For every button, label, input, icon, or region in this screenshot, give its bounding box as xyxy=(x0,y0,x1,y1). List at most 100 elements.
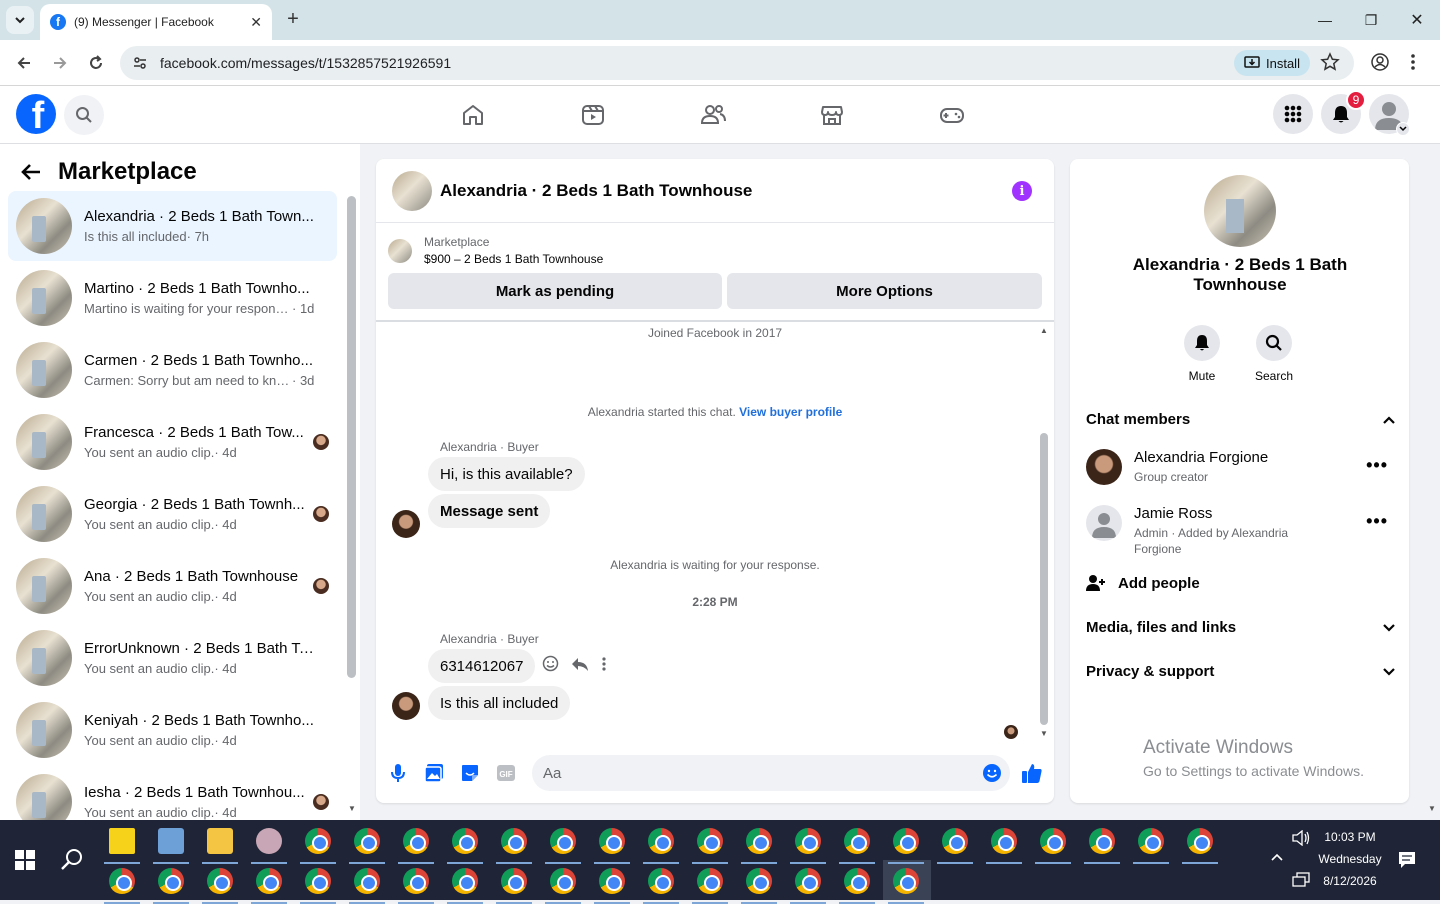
back-button[interactable] xyxy=(10,49,38,77)
sidebar-scrollbar[interactable] xyxy=(347,196,356,678)
voice-clip-icon[interactable] xyxy=(388,763,408,783)
conversation-item[interactable]: Keniyah · 2 Beds 1 Bath Townho... You sen… xyxy=(8,695,337,765)
mark-as-pending-button[interactable]: Mark as pending xyxy=(388,273,722,309)
chrome-icon[interactable] xyxy=(648,828,674,854)
menu-grid-button[interactable] xyxy=(1273,94,1313,134)
thumbs-up-icon[interactable] xyxy=(1020,761,1044,785)
chrome-icon[interactable] xyxy=(746,828,772,854)
chrome-icon[interactable] xyxy=(354,828,380,854)
message-bubble[interactable]: Is this all included xyxy=(428,686,571,720)
maximize-button[interactable]: ❐ xyxy=(1348,0,1394,40)
marketplace-nav-icon[interactable] xyxy=(817,100,847,130)
attach-photo-icon[interactable] xyxy=(424,763,444,783)
chrome-icon[interactable] xyxy=(501,868,527,894)
chrome-icon[interactable] xyxy=(942,828,968,854)
conversation-item[interactable]: Carmen · 2 Beds 1 Bath Townho... Carmen: … xyxy=(8,335,337,405)
chrome-icon[interactable] xyxy=(1138,828,1164,854)
conversation-item[interactable]: Alexandria · 2 Beds 1 Bath Town... Is thi… xyxy=(8,191,337,261)
sticky-notes-icon[interactable] xyxy=(109,828,135,854)
chrome-icon[interactable] xyxy=(305,828,331,854)
back-arrow-icon[interactable] xyxy=(20,162,42,182)
chrome-icon[interactable] xyxy=(109,868,135,894)
message-input[interactable]: Aa xyxy=(532,755,1010,791)
react-icon[interactable] xyxy=(542,655,559,672)
close-tab-icon[interactable]: ✕ xyxy=(250,14,262,31)
account-chevron-icon[interactable] xyxy=(1396,122,1410,136)
reply-icon[interactable] xyxy=(571,656,589,672)
emoji-icon[interactable] xyxy=(982,763,1002,783)
chrome-icon[interactable] xyxy=(403,868,429,894)
clock-date[interactable]: 8/12/2026 xyxy=(1316,874,1384,888)
chat-details-avatar[interactable] xyxy=(1204,175,1276,247)
chrome-icon[interactable] xyxy=(697,868,723,894)
listing-summary[interactable]: Marketplace $900 – 2 Beds 1 Bath Townhou… xyxy=(388,235,603,266)
chat-title[interactable]: Alexandria · 2 Beds 1 Bath Townhouse xyxy=(440,181,752,201)
browser-menu-icon[interactable] xyxy=(1410,52,1416,72)
facebook-logo[interactable]: f xyxy=(16,94,56,134)
conversation-item[interactable]: Georgia · 2 Beds 1 Bath Townh... You sent… xyxy=(8,479,337,549)
gaming-nav-icon[interactable] xyxy=(937,100,967,130)
home-nav-icon[interactable] xyxy=(458,100,488,130)
info-icon[interactable]: i xyxy=(1012,181,1032,201)
sender-avatar[interactable] xyxy=(392,692,420,720)
install-app-button[interactable]: Install xyxy=(1234,50,1310,76)
chrome-icon[interactable] xyxy=(795,868,821,894)
chrome-icon[interactable] xyxy=(599,868,625,894)
this-pc-icon[interactable] xyxy=(158,828,184,854)
sender-avatar[interactable] xyxy=(392,510,420,538)
close-window-button[interactable]: ✕ xyxy=(1394,0,1440,40)
conversation-item[interactable]: Francesca · 2 Beds 1 Bath Tow... You sent… xyxy=(8,407,337,477)
chrome-icon[interactable] xyxy=(844,828,870,854)
chrome-icon[interactable] xyxy=(305,868,331,894)
browser-tab[interactable]: f (9) Messenger | Facebook ✕ xyxy=(40,4,272,40)
message-bubble[interactable]: Hi, is this available? xyxy=(428,457,585,491)
page-scroll-down-arrow[interactable]: ▼ xyxy=(1428,804,1436,813)
chrome-icon[interactable] xyxy=(354,868,380,894)
scroll-up-arrow[interactable]: ▲ xyxy=(1040,326,1048,335)
notification-center-icon[interactable] xyxy=(1398,851,1416,869)
chat-scrollbar[interactable] xyxy=(1040,433,1048,725)
more-options-button[interactable]: More Options xyxy=(727,273,1042,309)
mute-button[interactable]: Mute xyxy=(1167,325,1237,383)
member-options-icon[interactable]: ••• xyxy=(1366,511,1388,532)
chrome-icon[interactable] xyxy=(1187,828,1213,854)
chrome-icon[interactable] xyxy=(648,868,674,894)
message-bubble[interactable]: Message sent xyxy=(428,494,551,528)
scroll-down-arrow[interactable]: ▼ xyxy=(348,804,356,813)
chrome-icon[interactable] xyxy=(1089,828,1115,854)
scroll-down-arrow[interactable]: ▼ xyxy=(1040,729,1048,738)
reload-button[interactable] xyxy=(82,49,110,77)
volume-icon[interactable] xyxy=(1292,830,1310,846)
taskbar-search-icon[interactable] xyxy=(60,847,84,871)
sticker-icon[interactable] xyxy=(460,763,480,783)
chrome-icon[interactable] xyxy=(158,868,184,894)
tab-search-button[interactable] xyxy=(6,6,34,34)
chrome-icon[interactable] xyxy=(746,868,772,894)
privacy-support-section[interactable]: Privacy & support xyxy=(1086,663,1396,680)
member-row[interactable]: Jamie Ross Admin · Added by Alexandria F… xyxy=(1086,505,1396,557)
clock-time[interactable]: 10:03 PM xyxy=(1320,830,1380,844)
browser-profile-icon[interactable] xyxy=(1370,52,1390,72)
site-settings-icon[interactable] xyxy=(132,55,150,71)
show-hidden-icons[interactable] xyxy=(1270,852,1284,862)
chrome-icon[interactable] xyxy=(501,828,527,854)
conversation-item[interactable]: Martino · 2 Beds 1 Bath Townho... Martino… xyxy=(8,263,337,333)
conversation-item[interactable]: ErrorUnknown · 2 Beds 1 Bath To... You se… xyxy=(8,623,337,693)
chrome-icon[interactable] xyxy=(550,868,576,894)
message-bubble[interactable]: 6314612067 xyxy=(428,649,536,683)
more-actions-icon[interactable] xyxy=(601,656,607,672)
chrome-icon[interactable] xyxy=(599,828,625,854)
chat-members-section[interactable]: Chat members xyxy=(1086,411,1396,428)
chrome-icon[interactable] xyxy=(403,828,429,854)
chrome-icon[interactable] xyxy=(452,828,478,854)
view-buyer-profile-link[interactable]: View buyer profile xyxy=(739,405,842,419)
minimize-button[interactable]: — xyxy=(1302,0,1348,40)
chrome-icon[interactable] xyxy=(256,868,282,894)
chrome-icon[interactable] xyxy=(697,828,723,854)
member-options-icon[interactable]: ••• xyxy=(1366,455,1388,476)
chrome-icon[interactable] xyxy=(991,828,1017,854)
chrome-icon[interactable] xyxy=(844,868,870,894)
url-field[interactable]: facebook.com/messages/t/1532857521926591 xyxy=(120,46,1354,80)
chrome-icon[interactable] xyxy=(207,868,233,894)
member-row[interactable]: Alexandria Forgione Group creator ••• xyxy=(1086,449,1396,485)
